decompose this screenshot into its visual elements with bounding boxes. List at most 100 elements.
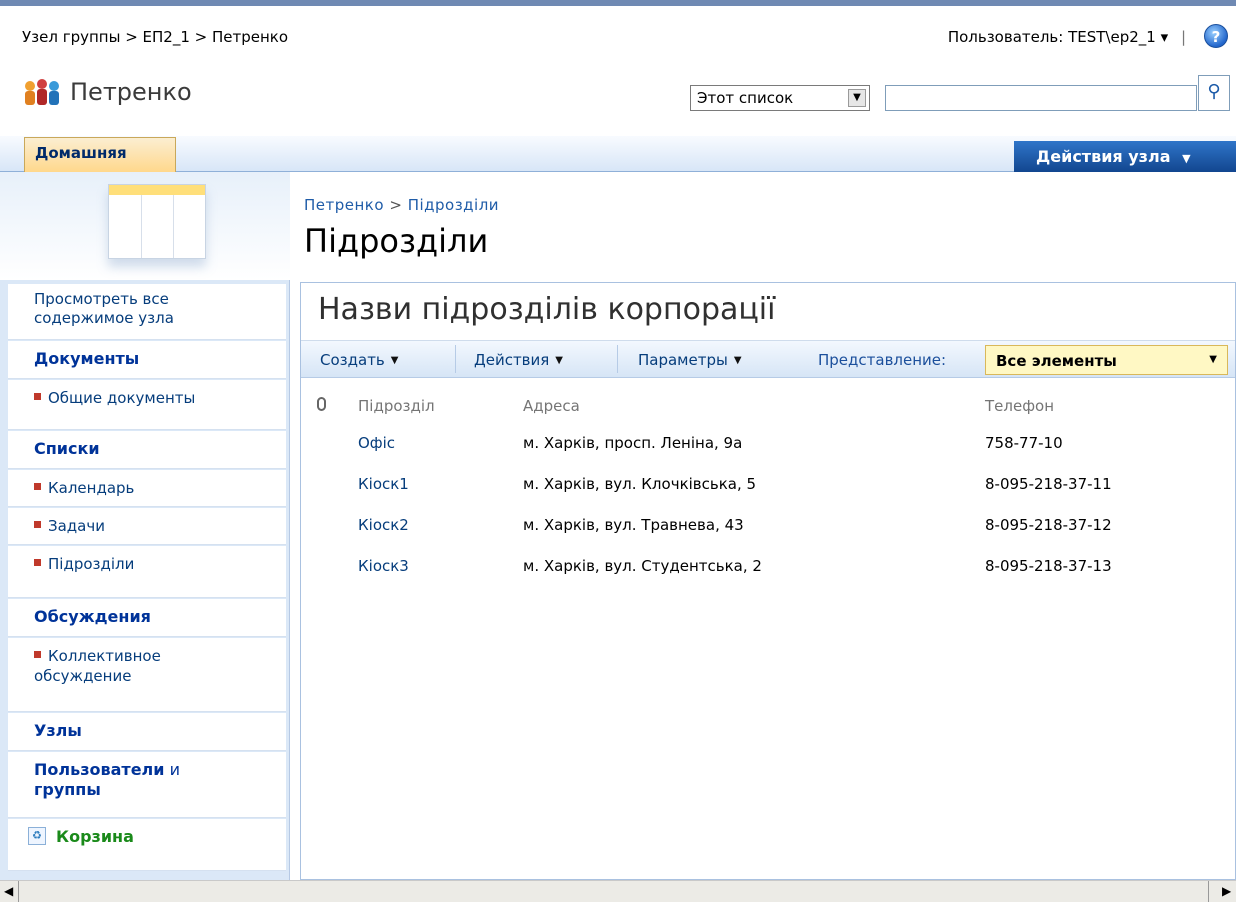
item-link[interactable]: Кіоск3 (358, 557, 409, 575)
site-actions-menu[interactable]: Действия узла ▼ (1014, 141, 1236, 172)
bullet-icon (34, 521, 41, 528)
site-actions-label: Действия узла (1036, 147, 1171, 166)
view-selector[interactable]: Все элементы ▼ (985, 345, 1228, 375)
table-row: Кіоск2 м. Харків, вул. Травнева, 43 8-09… (311, 504, 1231, 545)
cell-address: м. Харків, вул. Травнева, 43 (523, 515, 744, 534)
actions-menu-label: Действия (474, 351, 550, 369)
toolbar-divider (455, 345, 456, 373)
webpart-title[interactable]: Назви підрозділів корпорації (318, 292, 775, 327)
view-label: Представление: (818, 351, 947, 369)
ql-recycle-bin[interactable]: ♻ Корзина (8, 819, 286, 871)
ql-people-and: и (164, 760, 180, 779)
attachment-cell (311, 422, 358, 463)
ql-item-tasks[interactable]: Задачи (8, 508, 286, 545)
ql-item-departments[interactable]: Підрозділи (8, 546, 286, 598)
chevron-down-icon: ▼ (390, 355, 399, 366)
breadcrumb-current[interactable]: Підрозділи (408, 196, 499, 214)
attachment-column-header[interactable] (311, 390, 358, 422)
toolbar-divider (617, 345, 618, 373)
column-header-address[interactable]: Адреса (523, 390, 985, 422)
new-menu-label: Создать (320, 351, 385, 369)
scrollbar-divider (18, 881, 19, 902)
horizontal-scrollbar[interactable] (0, 880, 1236, 902)
bullet-icon (34, 559, 41, 566)
ql-header-discussions[interactable]: Обсуждения (8, 599, 286, 637)
recycle-bin-icon: ♻ (28, 826, 46, 845)
attachment-cell (311, 463, 358, 504)
chevron-down-icon: ▼ (733, 355, 742, 366)
attachment-cell (311, 504, 358, 545)
breadcrumb-root-link[interactable]: Петренко (304, 196, 384, 214)
column-header-phone[interactable]: Телефон (985, 390, 1231, 422)
search-scope-value: Этот список (697, 89, 794, 107)
ql-header-people-and-groups[interactable]: Пользователи и группы (8, 752, 286, 818)
cell-address: м. Харків, просп. Леніна, 9а (523, 433, 743, 452)
global-breadcrumb[interactable]: Узел группы > ЕП2_1 > Петренко (22, 28, 288, 46)
cell-name: Кіоск2 (358, 504, 523, 545)
table-header-row: Підрозділ Адреса Телефон (311, 390, 1231, 422)
help-icon[interactable]: ? (1204, 24, 1228, 48)
ql-header-lists[interactable]: Списки (8, 431, 286, 469)
ql-header-sites[interactable]: Узлы (8, 713, 286, 751)
column-header-department[interactable]: Підрозділ (358, 390, 523, 422)
search-input[interactable] (885, 85, 1197, 111)
scroll-left-icon[interactable]: ◀ (4, 884, 18, 900)
chevron-down-icon[interactable]: ▼ (848, 89, 866, 107)
ql-people-label: Пользователи (34, 760, 165, 779)
actions-menu-button[interactable]: Действия ▼ (474, 351, 563, 369)
ql-item-team-discussion[interactable]: Коллективное обсуждение (8, 638, 286, 712)
chevron-down-icon: ▼ (1182, 152, 1191, 165)
user-separator: | (1180, 28, 1186, 46)
page-title: Підрозділи (304, 222, 489, 260)
user-name[interactable]: TEST\ep2_1 (1068, 28, 1156, 46)
cell-phone: 8-095-218-37-13 (985, 556, 1112, 575)
settings-menu-button[interactable]: Параметры ▼ (638, 351, 742, 369)
ql-header-documents[interactable]: Документы (8, 341, 286, 379)
ql-recycle-label: Корзина (56, 827, 134, 846)
paperclip-icon (317, 397, 326, 411)
cell-phone: 8-095-218-37-12 (985, 515, 1112, 534)
ql-item-calendar[interactable]: Календарь (8, 470, 286, 507)
item-link[interactable]: Кіоск1 (358, 475, 409, 493)
tab-home[interactable]: Домашняя (24, 137, 176, 172)
ql-item-shared-documents[interactable]: Общие документы (8, 380, 286, 430)
cell-phone: 8-095-218-37-11 (985, 474, 1112, 493)
cell-address: м. Харків, вул. Студентська, 2 (523, 556, 762, 575)
scrollbar-divider (1208, 881, 1209, 902)
item-link[interactable]: Офіс (358, 434, 395, 452)
view-selector-value: Все элементы (996, 352, 1117, 370)
new-menu-button[interactable]: Создать ▼ (320, 351, 398, 369)
ql-item-label: Коллективное обсуждение (34, 647, 161, 685)
chevron-down-icon[interactable]: ▾ (1161, 28, 1169, 46)
scroll-right-icon[interactable]: ▶ (1222, 884, 1236, 900)
bullet-icon (34, 651, 41, 658)
user-label: Пользователь: (947, 28, 1064, 46)
list-view-table: Підрозділ Адреса Телефон Офіс м. Харків,… (311, 390, 1231, 586)
cell-name: Кіоск1 (358, 463, 523, 504)
cell-name: Кіоск3 (358, 545, 523, 586)
table-row: Кіоск3 м. Харків, вул. Студентська, 2 8-… (311, 545, 1231, 586)
table-row: Кіоск1 м. Харків, вул. Клочківська, 5 8-… (311, 463, 1231, 504)
search-scope-select[interactable]: Этот список ▼ (690, 85, 870, 111)
people-icon (22, 78, 62, 108)
search-icon[interactable]: ⚲ (1198, 75, 1230, 111)
cell-address: м. Харків, вул. Клочківська, 5 (523, 474, 757, 493)
item-link[interactable]: Кіоск2 (358, 516, 409, 534)
bullet-icon (34, 393, 41, 400)
ql-item-label: Задачи (48, 517, 105, 535)
cell-name: Офіс (358, 422, 523, 463)
user-menu[interactable]: Пользователь: TEST\ep2_1 ▾ | (948, 28, 1186, 46)
ql-groups-label: группы (34, 780, 101, 799)
attachment-cell (311, 545, 358, 586)
page-breadcrumb: Петренко > Підрозділи (304, 196, 499, 214)
cell-phone: 758-77-10 (985, 433, 1063, 452)
site-title[interactable]: Петренко (70, 78, 192, 106)
table-row: Офіс м. Харків, просп. Леніна, 9а 758-77… (311, 422, 1231, 463)
ql-item-label: Календарь (48, 479, 135, 497)
chevron-down-icon: ▼ (555, 355, 563, 366)
ql-item-label: Підрозділи (48, 555, 135, 573)
bullet-icon (34, 483, 41, 490)
view-all-site-content-link[interactable]: Просмотреть все содержимое узла (8, 284, 286, 340)
ql-item-label: Общие документы (48, 389, 196, 407)
breadcrumb-separator: > (389, 196, 403, 214)
